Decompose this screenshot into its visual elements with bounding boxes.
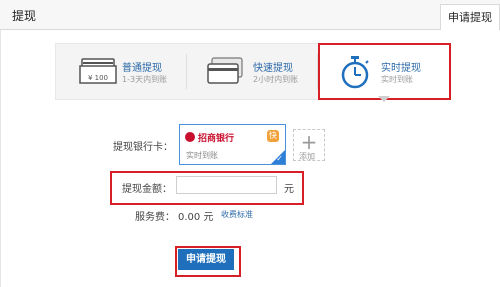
amount-input[interactable] <box>176 176 277 194</box>
bank-card-option[interactable]: 招商银行 快 实时到账 ✓ <box>179 124 286 165</box>
card-amount-text: ¥ 100 <box>88 74 108 82</box>
card-icon <box>207 57 243 84</box>
bank-logo-icon <box>185 132 195 142</box>
fee-value: 0.00 元 <box>178 212 214 223</box>
check-icon: ✓ <box>276 154 283 163</box>
method-normal-desc: 1-3天内到账 <box>122 75 168 84</box>
add-card-label: 添加 <box>299 152 315 161</box>
method-normal-name: 普通提现 <box>122 63 162 74</box>
card-slot-icon: ¥ 100 <box>79 58 117 84</box>
method-fast-desc: 2小时内到账 <box>253 75 299 84</box>
tab-apply-withdraw[interactable]: 申请提现 <box>440 4 500 30</box>
page-title: 提现 <box>12 9 37 23</box>
method-realtime-name: 实时提现 <box>381 63 421 74</box>
apply-withdraw-button[interactable]: 申请提现 <box>178 249 234 270</box>
bank-name: 招商银行 <box>198 134 235 144</box>
method-fast-name: 快速提现 <box>253 63 293 74</box>
fee-standard-link[interactable]: 收费标准 <box>221 209 253 220</box>
method-fast[interactable]: 快速提现 2小时内到账 <box>187 44 317 99</box>
left-border <box>0 30 1 287</box>
stopwatch-icon <box>341 56 369 89</box>
selected-caret <box>378 96 390 102</box>
top-bar: 提现 申请提现 <box>0 0 500 30</box>
plus-icon: + <box>300 130 318 154</box>
bank-badge: 快 <box>267 130 279 142</box>
method-realtime-highlight[interactable]: 实时提现 实时到账 <box>318 43 451 100</box>
bank-card-label: 提现银行卡： <box>113 142 173 153</box>
amount-unit: 元 <box>284 184 294 195</box>
fee-label: 服务费： <box>135 212 175 223</box>
method-realtime-desc: 实时到账 <box>381 75 413 84</box>
amount-label: 提现金额： <box>122 184 172 195</box>
method-normal[interactable]: ¥ 100 普通提现 1-3天内到账 <box>56 44 186 99</box>
bank-card-sub: 实时到账 <box>186 151 218 160</box>
